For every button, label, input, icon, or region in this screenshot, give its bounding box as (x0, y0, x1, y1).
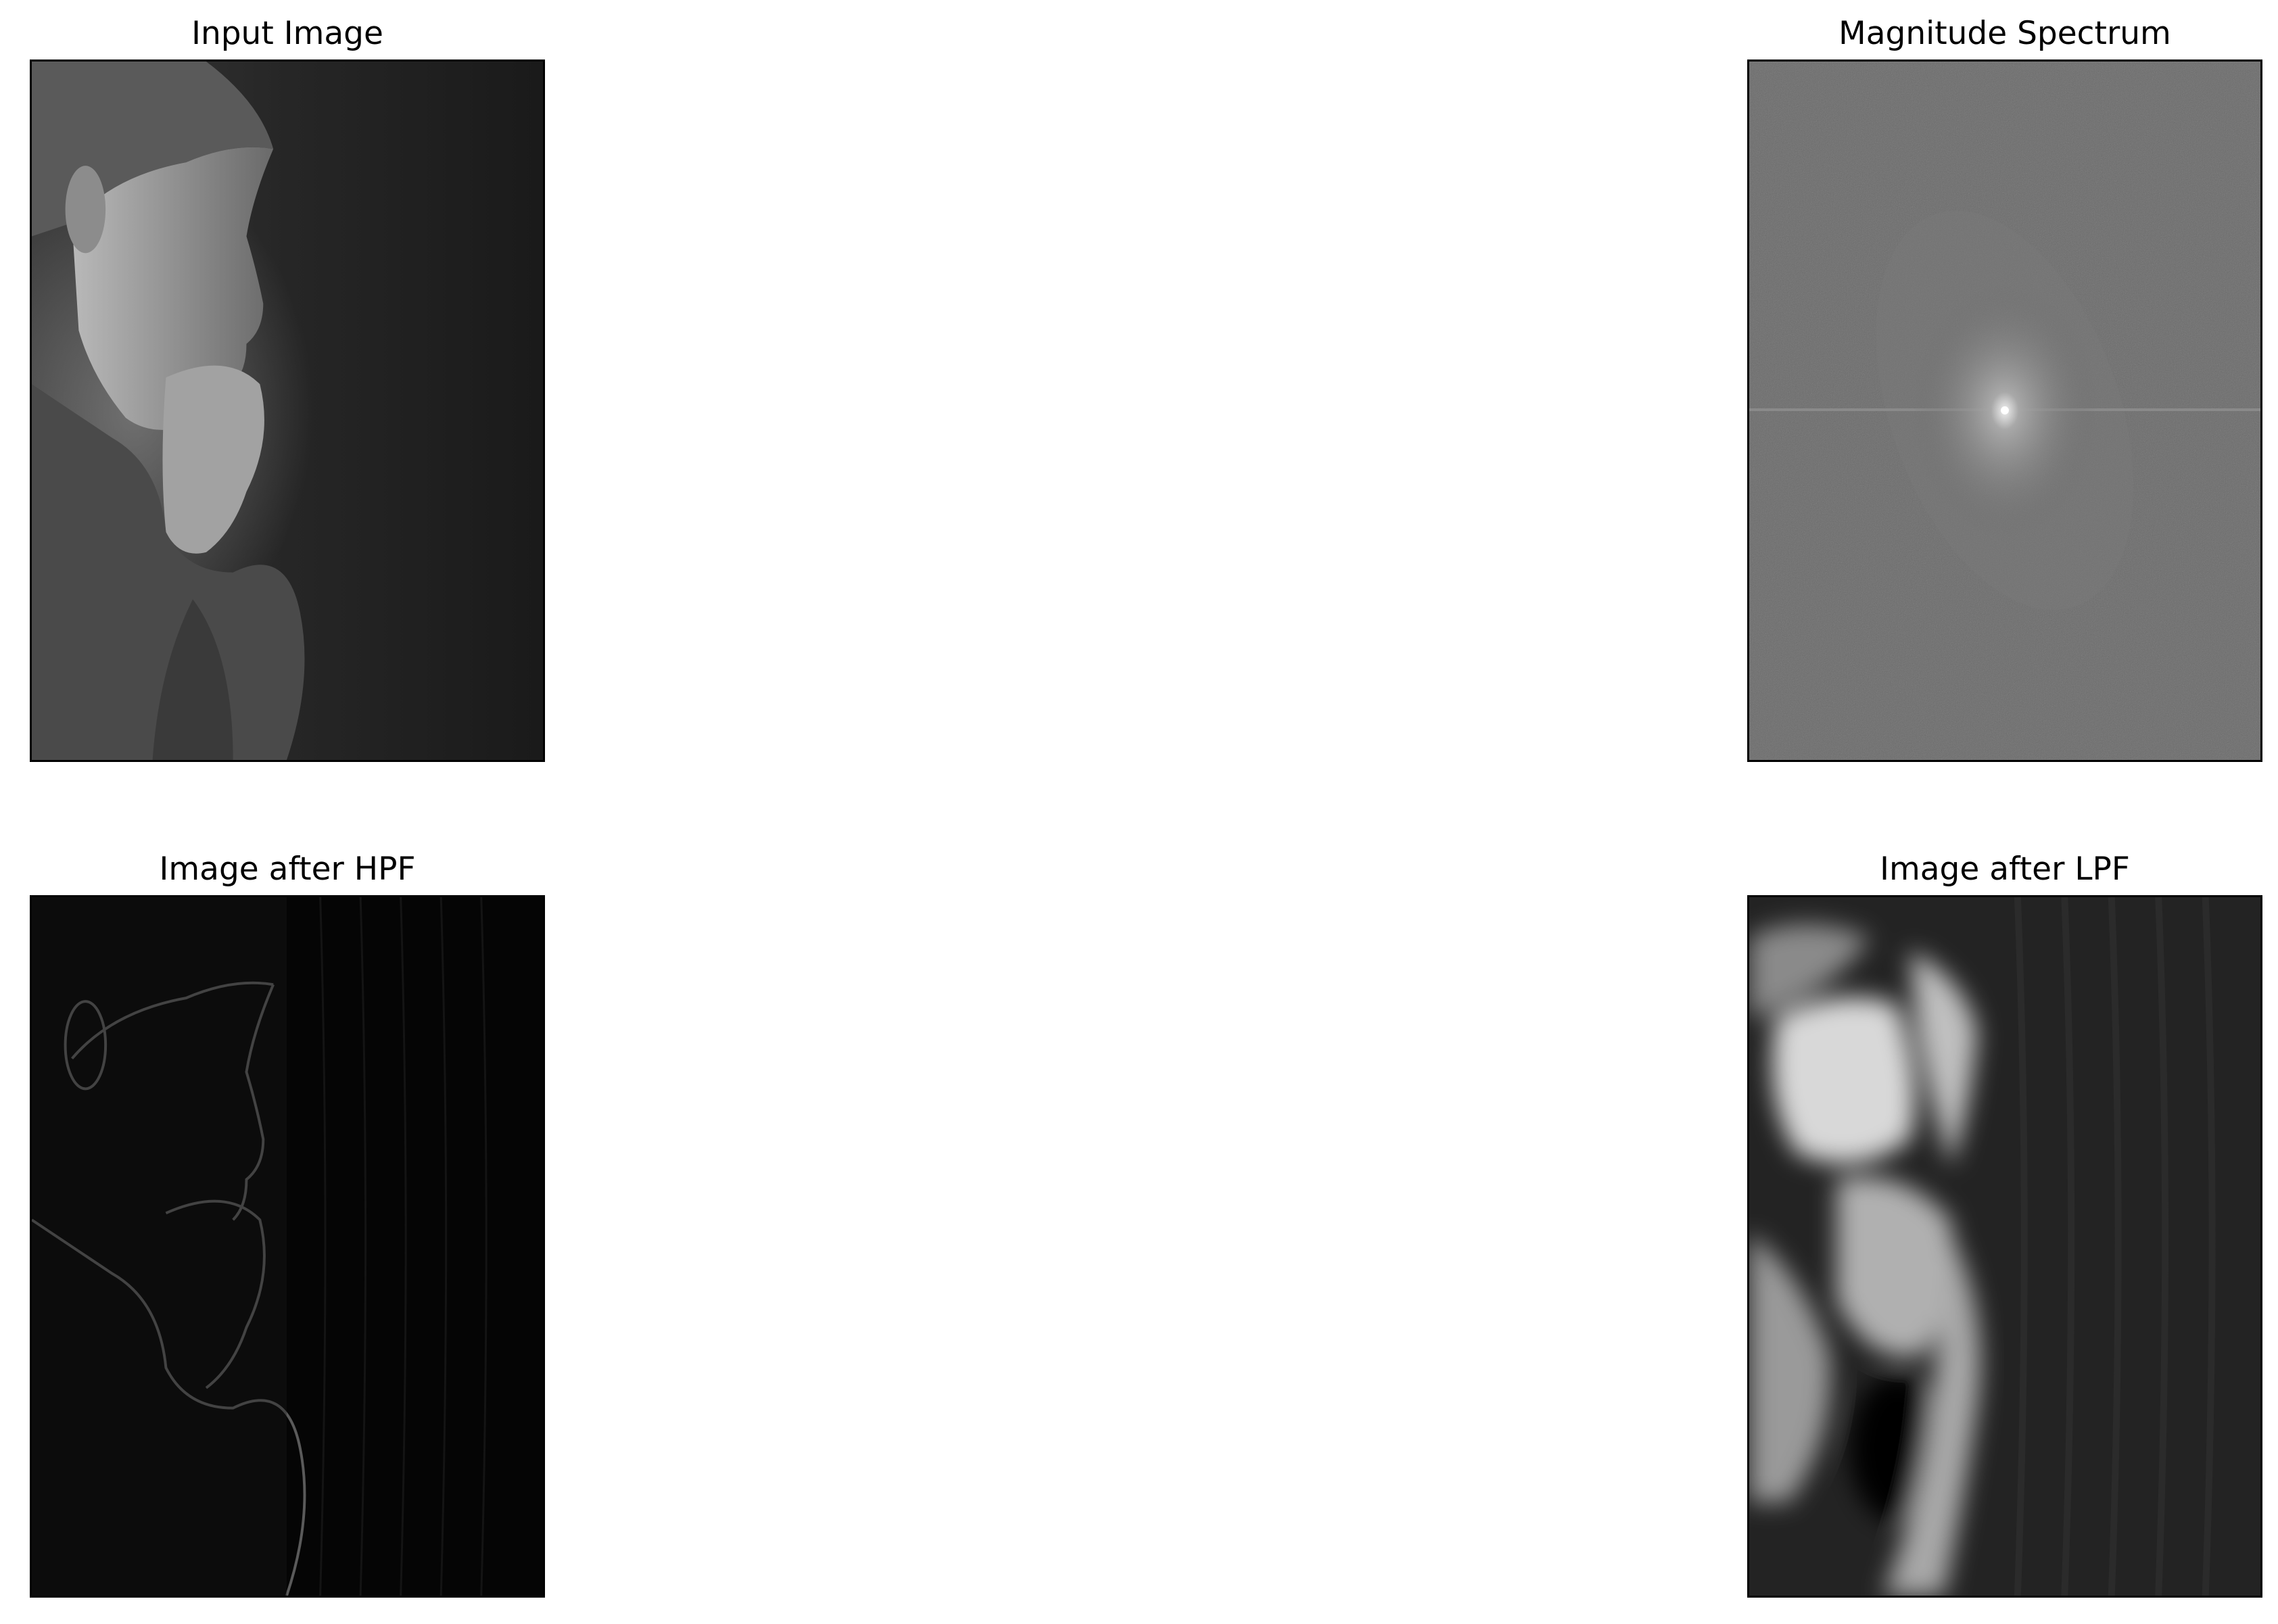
panel-title: Input Image (191, 15, 383, 52)
hpf-image (30, 895, 545, 1598)
hpf-edge-image (32, 897, 543, 1596)
panel-image-after-lpf: Image after LPF (1747, 851, 2262, 1598)
portrait-photo (32, 62, 543, 760)
panel-title: Image after LPF (1880, 851, 2130, 888)
panel-input-image: Input Image (30, 15, 545, 762)
spectrum-plot (1749, 62, 2260, 760)
panel-title: Magnitude Spectrum (1838, 15, 2171, 52)
panel-title: Image after HPF (159, 851, 416, 888)
panel-image-after-hpf: Image after HPF (30, 851, 545, 1598)
magnitude-spectrum-image (1747, 59, 2262, 762)
lpf-image (1747, 895, 2262, 1598)
lpf-blurred-image (1749, 897, 2260, 1596)
panel-magnitude-spectrum: Magnitude Spectrum (1747, 15, 2262, 762)
input-image (30, 59, 545, 762)
